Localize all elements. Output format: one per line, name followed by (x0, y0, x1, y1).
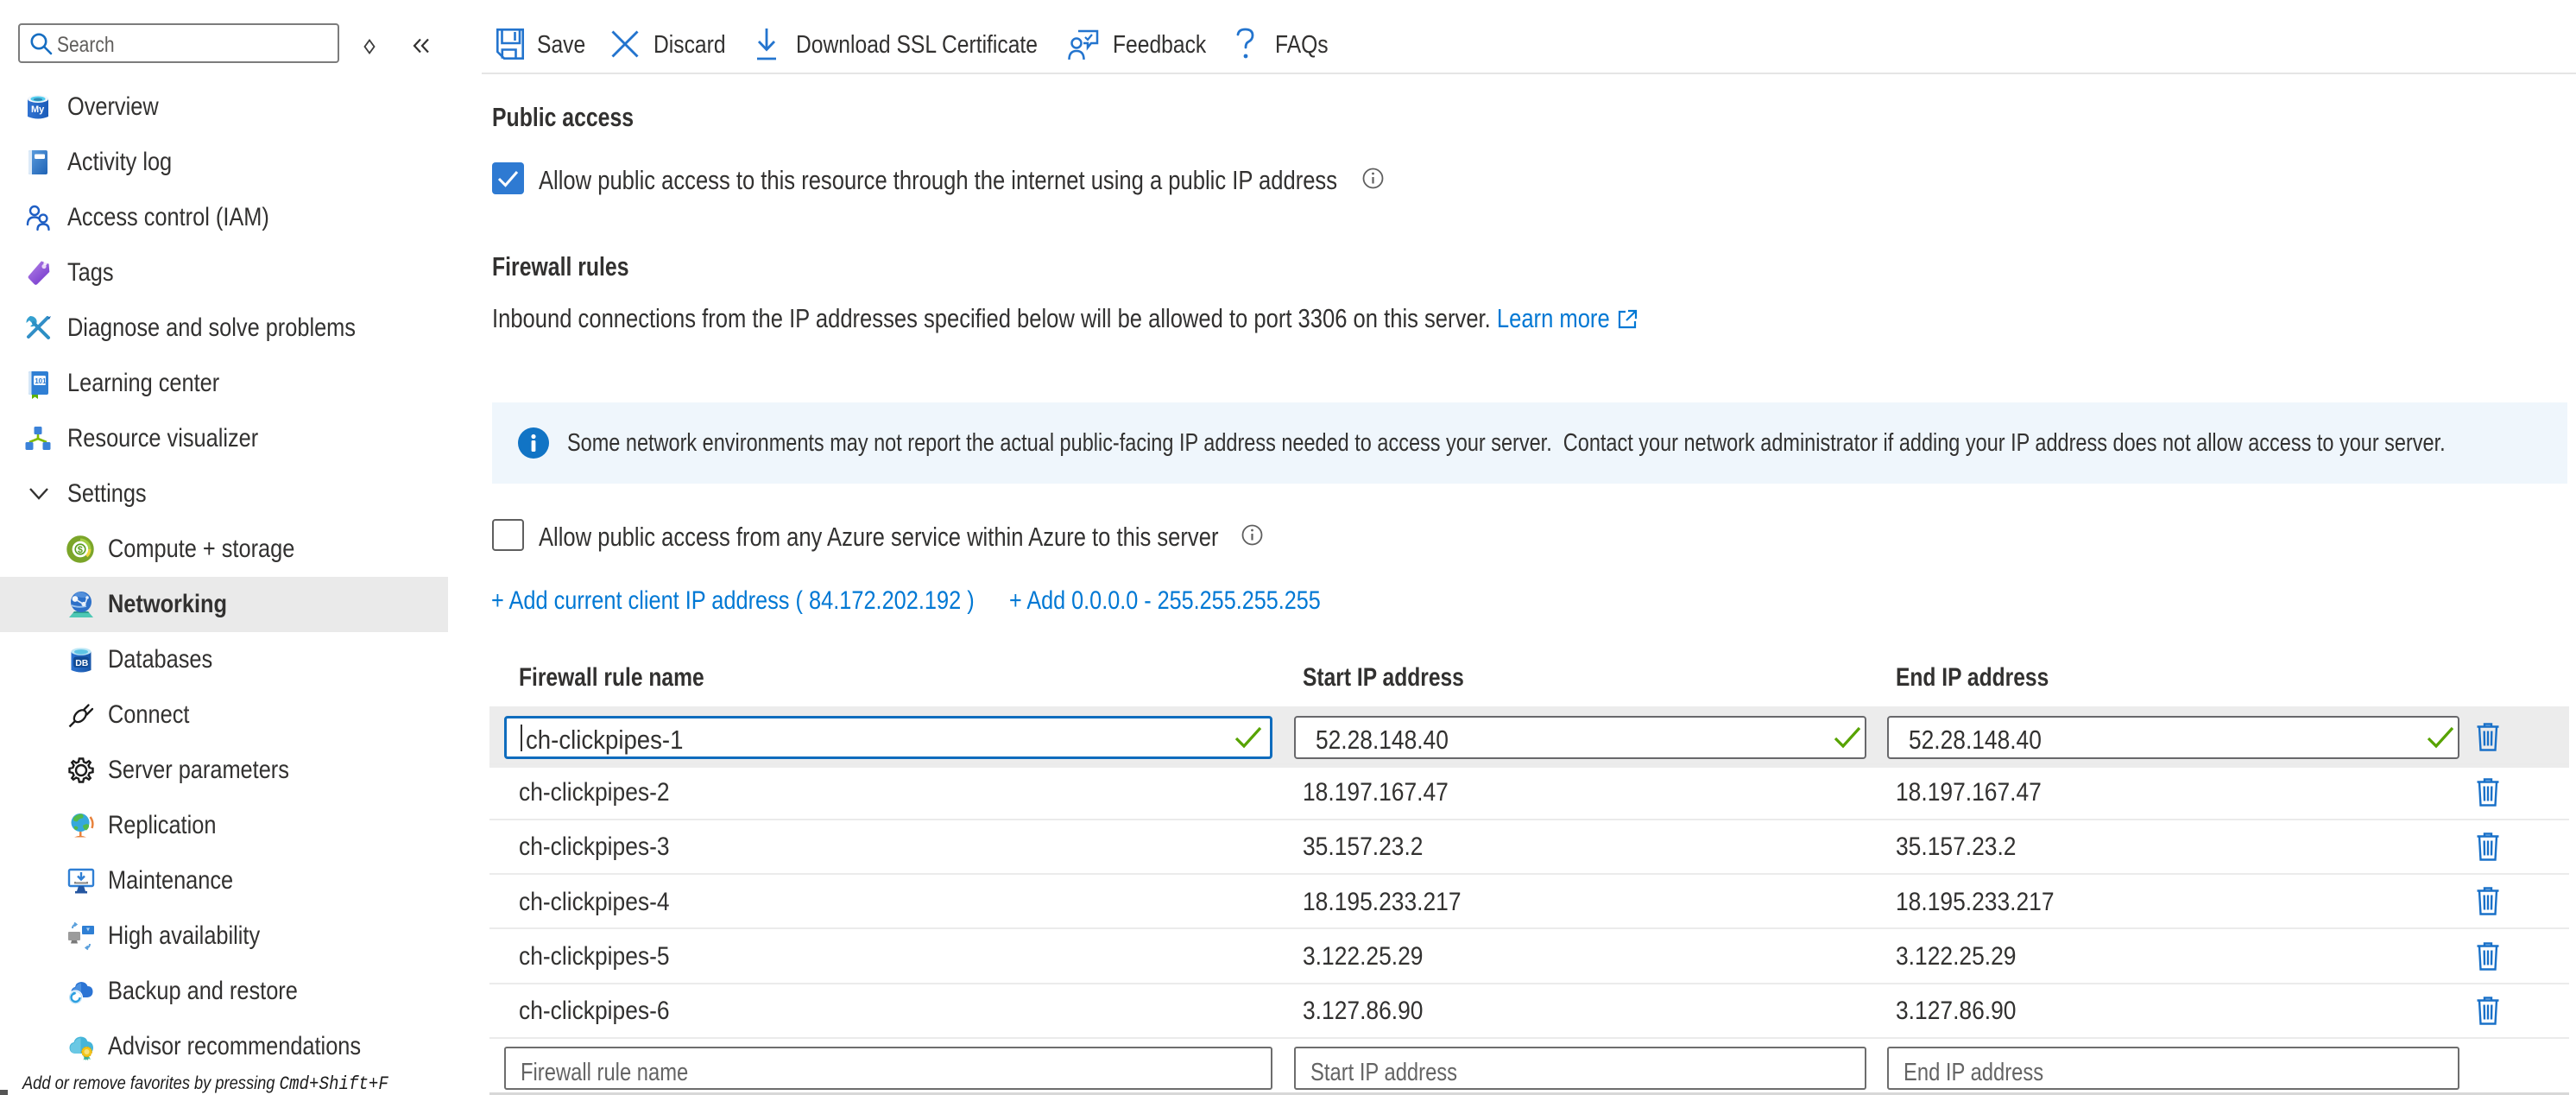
svg-text:DB: DB (75, 658, 89, 668)
svg-text:$: $ (78, 545, 83, 555)
svg-text:101: 101 (35, 377, 47, 385)
svg-text:My: My (31, 104, 45, 115)
